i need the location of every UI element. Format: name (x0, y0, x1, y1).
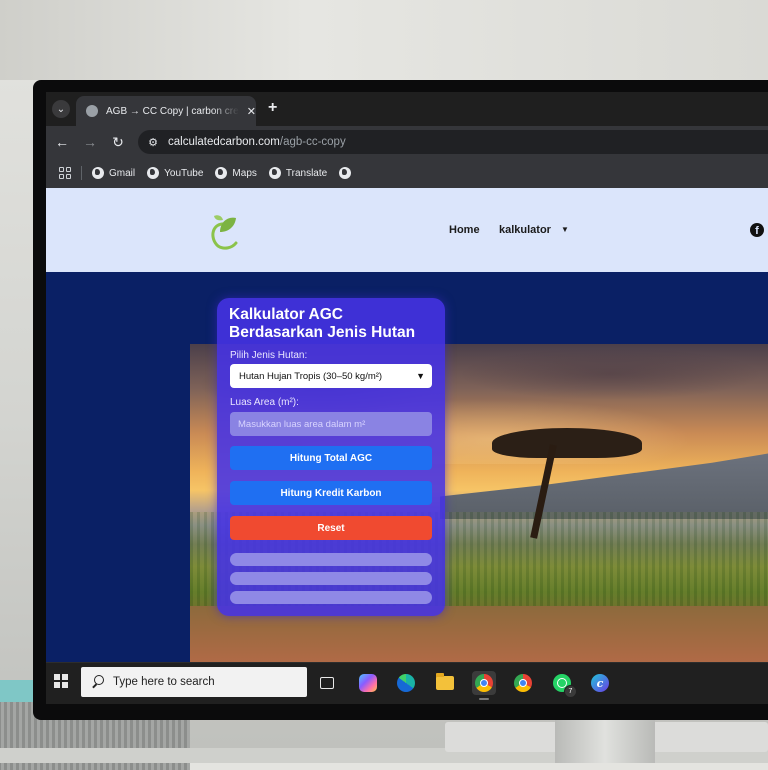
active-indicator (479, 698, 489, 700)
folder-icon (436, 673, 454, 690)
bookmarks-divider (81, 166, 82, 180)
browser-toolbar: ← → ↻ ⚙ calculatedcarbon.com/agb-cc-copy (46, 126, 768, 158)
globe-icon (215, 167, 228, 179)
facebook-icon[interactable]: f (750, 223, 764, 237)
bookmark-gmail[interactable]: Gmail (92, 167, 135, 179)
bookmark-unnamed[interactable] (339, 167, 356, 179)
bookmark-youtube[interactable]: YouTube (147, 167, 203, 179)
forest-type-select[interactable]: Hutan Hujan Tropis (30–50 kg/m²) ▼ (230, 364, 432, 388)
edge-icon (397, 674, 415, 692)
reload-icon[interactable]: ↻ (108, 132, 128, 152)
task-view-icon (320, 677, 334, 689)
area-input[interactable]: Masukkan luas area dalam m² (230, 412, 432, 436)
new-tab-plus-icon[interactable]: + (268, 99, 277, 117)
agc-calculator-card: Kalkulator AGC Berdasarkan Jenis Hutan P… (217, 298, 445, 616)
background-wall (0, 0, 768, 80)
monitor-screen: ⌄ AGB → CC Copy | carbon credit ✕ + ← → … (46, 92, 768, 704)
area-label: Luas Area (m²): (230, 397, 299, 408)
edge-button[interactable] (394, 671, 418, 695)
site-header: Home kalkulator ▼ f (46, 188, 768, 272)
chrome-profile-button[interactable] (472, 671, 496, 700)
copilot-icon (359, 674, 377, 692)
monitor-stand (555, 716, 655, 763)
result-placeholder-bar (230, 591, 432, 604)
taskbar-search-placeholder: Type here to search (113, 676, 215, 688)
bookmark-maps[interactable]: Maps (215, 167, 257, 179)
web-page: Home kalkulator ▼ f Kalkulator AGC Berda… (46, 188, 768, 662)
chrome-icon (514, 674, 532, 692)
notification-badge: 7 (564, 685, 577, 698)
file-explorer-button[interactable] (433, 671, 457, 695)
forest-type-selected-value: Hutan Hujan Tropis (30–50 kg/m²) (239, 370, 383, 382)
windows-start-icon[interactable] (54, 674, 68, 688)
tab-title: AGB → CC Copy | carbon credit (106, 105, 239, 117)
chevron-down-icon: ▼ (416, 371, 425, 381)
globe-icon (92, 167, 104, 179)
chrome-icon (475, 674, 493, 692)
globe-icon (339, 167, 352, 179)
calculator-title: Kalkulator AGC Berdasarkan Jenis Hutan (229, 306, 416, 341)
forward-arrow-icon[interactable]: → (80, 132, 100, 152)
hitung-kredit-karbon-button[interactable]: Hitung Kredit Karbon (230, 481, 432, 505)
whatsapp-button[interactable]: 7 (550, 671, 577, 698)
result-placeholder-bar (230, 553, 432, 566)
close-tab-icon[interactable]: ✕ (247, 105, 256, 118)
hitung-total-agc-button[interactable]: Hitung Total AGC (230, 446, 432, 470)
bookmark-translate[interactable]: Translate (268, 167, 327, 179)
bookmarks-bar: Gmail YouTube Maps Translate (46, 158, 768, 189)
browser-tabstrip: ⌄ AGB → CC Copy | carbon credit ✕ + (46, 92, 768, 126)
taskbar-search-box[interactable]: Type here to search (81, 667, 307, 697)
task-view-button[interactable] (315, 671, 339, 695)
nav-kalkulator-menu[interactable]: kalkulator (499, 224, 551, 236)
address-bar[interactable]: ⚙ calculatedcarbon.com/agb-cc-copy (138, 130, 768, 154)
copilot-button[interactable] (356, 671, 380, 695)
tab-search-chevron-icon[interactable]: ⌄ (52, 100, 70, 118)
browser-tab-active[interactable]: AGB → CC Copy | carbon credit ✕ (76, 96, 256, 126)
caret-down-icon[interactable]: ▼ (561, 225, 569, 234)
acacia-tree-canopy (492, 428, 642, 458)
result-placeholder-bar (230, 572, 432, 585)
forest-type-label: Pilih Jenis Hutan: (230, 350, 308, 361)
canva-button[interactable]: c (588, 671, 612, 695)
canva-icon: c (591, 674, 609, 692)
reset-button[interactable]: Reset (230, 516, 432, 540)
site-info-tune-icon[interactable]: ⚙ (144, 133, 162, 151)
globe-icon (268, 167, 281, 179)
nav-home-link[interactable]: Home (449, 224, 480, 236)
apps-grid-icon[interactable] (59, 167, 71, 179)
leaf-logo-icon[interactable] (206, 210, 240, 252)
chrome-button[interactable] (511, 671, 535, 695)
globe-icon (147, 167, 160, 179)
windows-taskbar: Type here to search 7 c (46, 662, 768, 704)
search-icon (91, 675, 105, 689)
url-text: calculatedcarbon.com/agb-cc-copy (168, 136, 346, 148)
globe-favicon-icon (86, 105, 98, 117)
back-arrow-icon[interactable]: ← (52, 132, 72, 152)
